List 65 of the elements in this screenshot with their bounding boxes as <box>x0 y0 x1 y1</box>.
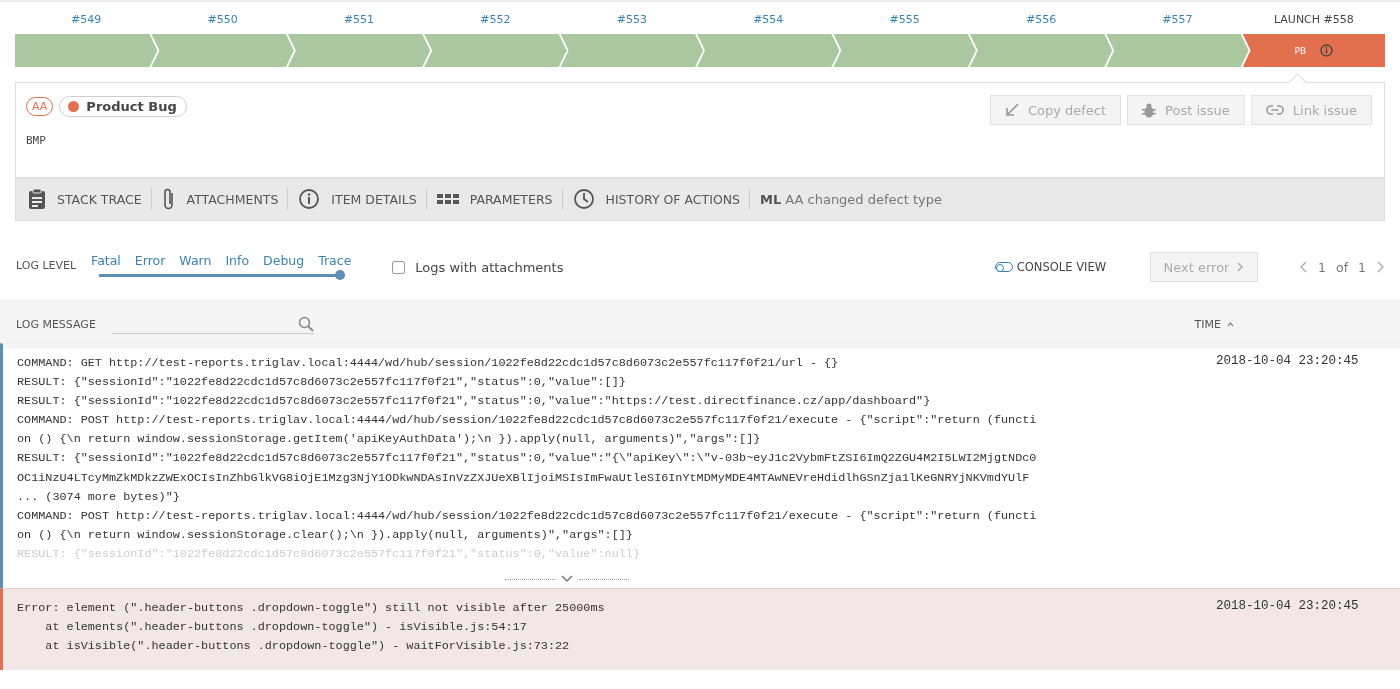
log-line: RESULT: {"sessionId":"1022fe8d22cdc1d57c8d6073c2e557fc117f0f21","status":0,"value":[]} <box>17 374 627 392</box>
info-icon <box>298 188 321 210</box>
page-total: 1 <box>1358 259 1366 275</box>
grid-icon <box>436 194 459 204</box>
history-segment[interactable]: PB <box>1242 34 1386 67</box>
defect-type-label: PB <box>1294 45 1307 56</box>
log-line: Error: element (".header-buttons .dropdown-toggle") still not visible after 25000ms <box>17 600 606 618</box>
info-icon[interactable] <box>1320 44 1334 57</box>
details-tab[interactable]: STACK TRACE <box>28 188 151 210</box>
history-segment[interactable] <box>697 34 840 67</box>
log-time: 2018-10-04 23:20:45 <box>1216 354 1360 370</box>
chevron-right-icon <box>1237 262 1245 272</box>
log-level-option[interactable]: Error <box>127 253 173 268</box>
details-tab[interactable]: ITEM DETAILS <box>298 188 426 210</box>
history-segment[interactable] <box>833 34 976 67</box>
attachments-checkbox[interactable]: Logs with attachments <box>386 258 570 276</box>
details-tab[interactable]: HISTORY OF ACTIONS <box>572 188 749 210</box>
paperclip-icon <box>161 187 176 211</box>
history-segment[interactable] <box>287 34 431 67</box>
log-line: at isVisible(".header-buttons .dropdown-toggle") - waitForVisible.js:73:22 <box>44 638 571 656</box>
log-time: 2018-10-04 23:20:45 <box>1216 599 1360 616</box>
log-line: COMMAND: GET http://test-reports.triglav.local:4444/wd/hub/session/1022fe8d22cdc1d57c8d6073c2e557fc117f0f21/url - {} <box>17 355 840 372</box>
page-of-label: of <box>1336 259 1349 275</box>
details-tab[interactable]: PARAMETERS <box>436 191 562 207</box>
last-action-text: ML AA changed defect type <box>760 191 942 207</box>
next-page-icon[interactable] <box>1376 261 1384 273</box>
history-segment[interactable] <box>969 34 1113 67</box>
history-segment[interactable] <box>151 34 294 67</box>
log-level-option[interactable]: Trace <box>311 253 359 268</box>
log-line: OC1iNzU4LTcyMmZkMDkzZWExOCIsInZhbGlkVG8iOjE1Mzg3NjY1ODkwNDAsInVzZXJUeXBlIjoiMSIsImFwaUtleSI6InYtMDMyMDE4MTAwNEVreHdidlhGSnZja1lKeGNRYjNKVmdYUlF <box>17 469 1031 487</box>
log-level-option[interactable]: Fatal <box>84 253 128 268</box>
previous-page-icon[interactable] <box>1300 261 1309 273</box>
log-level-option[interactable]: Warn <box>172 253 219 268</box>
expand-chevron-icon[interactable] <box>560 575 573 584</box>
log-level-option[interactable]: Info <box>218 253 257 268</box>
log-line: COMMAND: POST http://test-reports.triglav.local:4444/wd/hub/session/1022fe8d22cdc1d57c8d6073c2e557fc117f0f21/execute - {"script":"return (functi <box>17 507 1038 525</box>
log-line: ... (3074 more bytes)"} <box>17 488 181 506</box>
log-level-option[interactable]: Debug <box>256 253 312 268</box>
defect-comment: BMP <box>26 134 47 147</box>
page-number: 1 <box>1318 259 1326 275</box>
log-line: COMMAND: POST http://test-reports.triglav.local:4444/wd/hub/session/1022fe8d22cdc1d57c8d6073c2e557fc117f0f21/execute - {"script":"return (functi <box>17 412 1038 430</box>
bug-icon <box>1142 102 1157 118</box>
copy-issue-button[interactable]: Copy defect <box>989 95 1122 125</box>
log-level-label: LOG LEVEL <box>16 259 77 272</box>
post-issue-button[interactable]: Post issue <box>1127 95 1245 125</box>
clock-icon <box>572 188 595 210</box>
log-line: RESULT: {"sessionId":"1022fe8d22cdc1d57c8d6073c2e557fc117f0f21","status":0,"value":"https://test.directfinance.cz/app/dashboard"} <box>17 393 932 411</box>
log-line: at elements(".header-buttons .dropdown-toggle") - isVisible.js:54:17 <box>44 619 528 637</box>
arrow-down-left-icon <box>1004 103 1019 117</box>
column-header[interactable]: TIME <box>1194 317 1221 331</box>
history-segment[interactable] <box>1106 34 1249 67</box>
log-line: RESULT: {"sessionId":"1022fe8d22cdc1d57c8d6073c2e557fc117f0f21","status":0,"value":"{\"apiKey\":\"v-03b~eyJ1c2VybmFtZSI6ImQ2ZGU4M2I5LWI2MjgtNDc0 <box>17 450 1038 468</box>
history-segment[interactable] <box>15 34 158 67</box>
log-line: on () {\n return window.sessionStorage.clear();\n }).apply(null, arguments)","args":[]} <box>17 526 634 544</box>
sort-up-icon[interactable] <box>1227 321 1234 327</box>
console-view-toggle[interactable]: CONSOLE VIEW <box>988 259 1113 275</box>
history-segment[interactable] <box>560 34 704 67</box>
search-icon <box>297 315 314 332</box>
log-line: on () {\n return window.sessionStorage.getItem('apiKeyAuthData');\n }).apply(null, arguments)","args":[]} <box>17 431 762 449</box>
link-icon <box>1265 105 1284 115</box>
history-segment[interactable] <box>424 34 567 67</box>
details-tab[interactable]: ATTACHMENTS <box>161 187 288 211</box>
search-field[interactable] <box>111 314 314 334</box>
column-header: LOG MESSAGE <box>16 317 96 331</box>
clipboard-icon <box>28 188 46 210</box>
